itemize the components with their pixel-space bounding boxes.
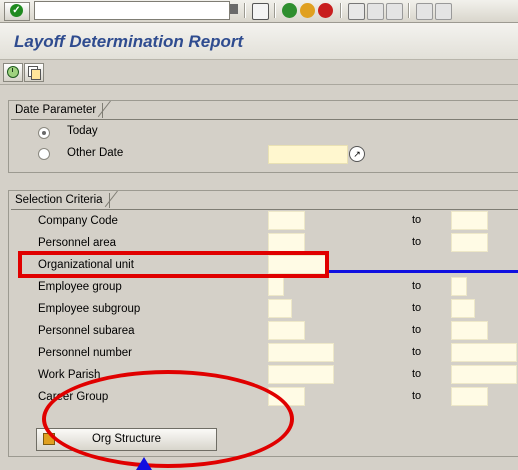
to-label: to (412, 236, 422, 248)
to-label: to (412, 280, 422, 292)
personnel-number-to-input[interactable] (451, 343, 517, 362)
first-page-icon[interactable] (416, 3, 433, 20)
company-code-to-input[interactable] (451, 211, 488, 230)
cancel-icon[interactable] (318, 3, 333, 18)
back-icon[interactable] (282, 3, 297, 18)
company-code-from-input[interactable] (268, 211, 305, 230)
toolbar-separator (340, 3, 342, 18)
enter-button[interactable]: ✓ (4, 2, 30, 21)
find-icon[interactable] (367, 3, 384, 20)
group-title: Date Parameter (11, 103, 104, 118)
print-icon[interactable] (348, 3, 365, 20)
employee-subgroup-to-input[interactable] (451, 299, 475, 318)
execute-button[interactable] (3, 63, 23, 82)
other-date-label: Other Date (67, 147, 124, 159)
personnel-number-from-input[interactable] (268, 343, 334, 362)
pointer-line-annotation (329, 270, 518, 273)
highlight-box-annotation (18, 251, 329, 278)
page-title: Layoff Determination Report (14, 32, 244, 51)
application-toolbar (0, 60, 518, 85)
copy-variant-button[interactable] (24, 63, 44, 82)
title-bar: Layoff Determination Report (0, 23, 518, 60)
command-field[interactable] (34, 1, 230, 20)
personnel-area-to-input[interactable] (451, 233, 488, 252)
other-date-radio[interactable] (38, 148, 50, 160)
to-label: to (412, 214, 422, 226)
employee-group-from-input[interactable] (268, 277, 284, 296)
toolbar-separator (408, 3, 410, 18)
personnel-subarea-to-input[interactable] (451, 321, 488, 340)
personnel-area-from-input[interactable] (268, 233, 305, 252)
toolbar-separator (244, 3, 246, 18)
arrow-annotation (136, 457, 152, 470)
highlight-ellipse-annotation (42, 370, 294, 468)
exit-icon[interactable] (300, 3, 315, 18)
find-next-icon[interactable] (386, 3, 403, 20)
to-label: to (412, 368, 422, 380)
to-label: to (412, 346, 422, 358)
personnel-area-label: Personnel area (38, 237, 116, 249)
employee-subgroup-label: Employee subgroup (38, 303, 141, 315)
group-title: Selection Criteria (11, 193, 110, 208)
employee-subgroup-from-input[interactable] (268, 299, 292, 318)
personnel-number-label: Personnel number (38, 347, 132, 359)
to-label: to (412, 302, 422, 314)
employee-group-label: Employee group (38, 281, 122, 293)
system-toolbar: ✓ (0, 0, 518, 23)
to-label: to (412, 390, 422, 402)
career-group-to-input[interactable] (451, 387, 488, 406)
clock-icon (7, 66, 19, 78)
today-radio[interactable] (38, 127, 50, 139)
company-code-label: Company Code (38, 215, 118, 227)
employee-group-to-input[interactable] (451, 277, 467, 296)
command-dropdown-icon[interactable] (230, 4, 238, 14)
calendar-help-icon[interactable]: ↗ (349, 146, 365, 162)
enter-icon: ✓ (10, 4, 23, 17)
personnel-subarea-from-input[interactable] (268, 321, 305, 340)
toolbar-separator (274, 3, 276, 18)
personnel-subarea-label: Personnel subarea (38, 325, 135, 337)
work-parish-from-input[interactable] (268, 365, 334, 384)
work-parish-to-input[interactable] (451, 365, 517, 384)
to-label: to (412, 324, 422, 336)
other-date-input[interactable] (268, 145, 348, 164)
prev-page-icon[interactable] (435, 3, 452, 20)
today-label: Today (67, 125, 98, 137)
save-icon[interactable] (252, 3, 269, 20)
